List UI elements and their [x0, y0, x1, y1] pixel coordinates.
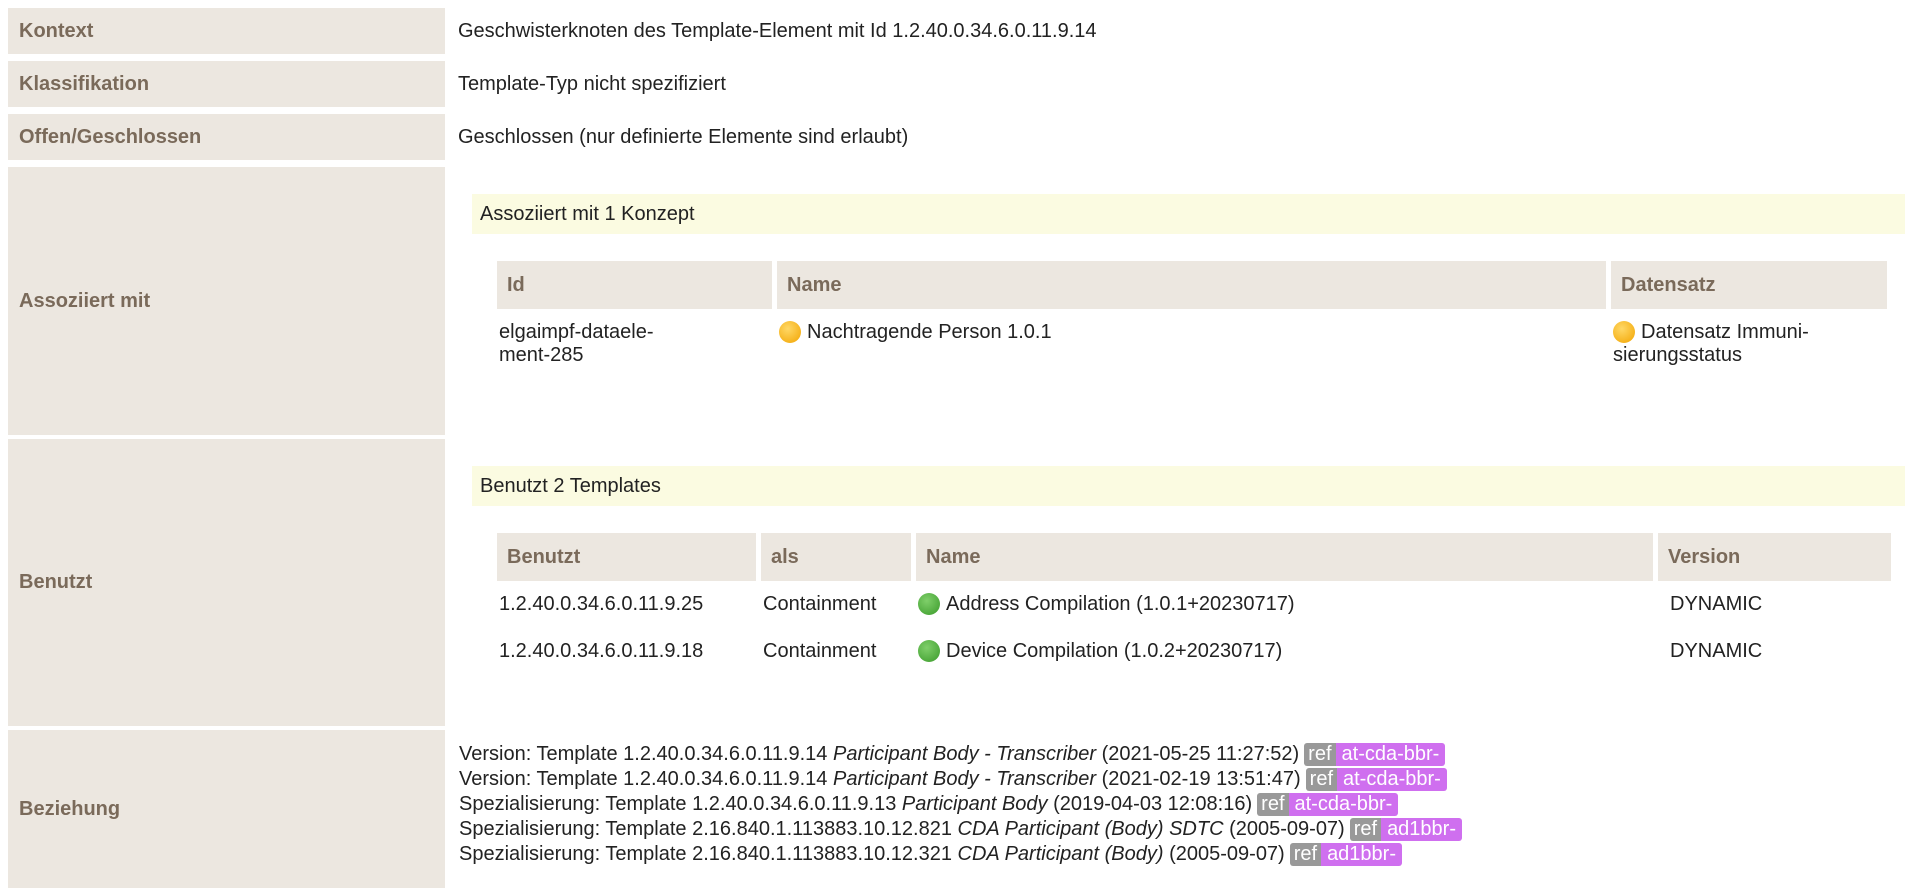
column-header-als: als [761, 533, 911, 581]
label-beziehung: Beziehung [8, 730, 445, 888]
relation-title[interactable]: Participant Body - Transcriber [833, 768, 1096, 790]
table-header-row: Benutzt als Name Version [497, 533, 1891, 581]
relation-title[interactable]: Participant Body [902, 793, 1048, 815]
list-item: Spezialisierung: Template 1.2.40.0.34.6.… [459, 792, 1462, 817]
concept-id-line1: elgaimpf-dataele- [499, 321, 654, 343]
ref-badge[interactable]: ref [1289, 843, 1322, 866]
row-benutzt: Benutzt Benutzt 2 Templates Benutzt als … [0, 439, 1905, 726]
label-benutzt: Benutzt [8, 439, 445, 726]
value-kontext: Geschwisterknoten des Template-Element m… [458, 19, 1097, 42]
repository-badge[interactable]: at-cda-bbr- [1335, 743, 1446, 766]
column-header-name: Name [916, 533, 1653, 581]
row-kontext: Kontext Geschwisterknoten des Template-E… [0, 8, 1905, 54]
ref-badge[interactable]: ref [1304, 743, 1336, 766]
yellow-circle-icon [1613, 321, 1635, 343]
row-beziehung: Beziehung Version: Template 1.2.40.0.34.… [0, 730, 1905, 888]
row-assoziiert-mit: Assoziiert mit Assoziiert mit 1 Konzept … [0, 167, 1905, 435]
list-item: Version: Template 1.2.40.0.34.6.0.11.9.1… [459, 742, 1462, 767]
repository-badge[interactable]: ad1bbr- [1321, 843, 1402, 866]
concept-name-cell: Nachtragende Person 1.0.1 [777, 309, 1606, 367]
column-header-version: Version [1658, 533, 1891, 581]
assoziiert-header: Assoziiert mit 1 Konzept [472, 194, 1905, 234]
template-id[interactable]: 1.2.40.0.34.6.0.11.9.25 [497, 581, 756, 616]
column-header-datensatz: Datensatz [1611, 261, 1887, 309]
label-klassifikation: Klassifikation [8, 61, 445, 107]
value-klassifikation: Template-Typ nicht spezifiziert [458, 72, 726, 95]
table-row: 1.2.40.0.34.6.0.11.9.18 Containment Devi… [497, 616, 1891, 663]
benutzt-table: Benutzt als Name Version 1.2.40.0.34.6.0… [492, 533, 1896, 663]
list-item: Spezialisierung: Template 2.16.840.1.113… [459, 842, 1462, 867]
column-header-benutzt: Benutzt [497, 533, 756, 581]
label-assoziiert-mit: Assoziiert mit [8, 167, 445, 435]
column-header-id: Id [497, 261, 772, 309]
concept-datensatz-cell: Datensatz Immuni- sierungsstatus [1611, 309, 1887, 367]
relation-prefix: Version: Template 1.2.40.0.34.6.0.11.9.1… [459, 768, 828, 790]
benutzt-header: Benutzt 2 Templates [472, 466, 1905, 506]
template-version: DYNAMIC [1670, 640, 1763, 662]
ref-badge[interactable]: ref [1305, 768, 1337, 791]
datensatz-line2[interactable]: sierungsstatus [1613, 344, 1885, 367]
relation-date: (2005‑09‑07) [1229, 818, 1345, 840]
relation-date: (2005‑09‑07) [1169, 843, 1285, 865]
label-offen-geschlossen: Offen/Geschlossen [8, 114, 445, 160]
template-name-cell: Device Compilation (1.0.2+20230717) [916, 616, 1653, 663]
column-header-name: Name [777, 261, 1606, 309]
template-name-cell: Address Compilation (1.0.1+20230717) [916, 581, 1653, 616]
relation-title[interactable]: CDA Participant (Body) [958, 843, 1164, 865]
concept-id-cell: elgaimpf-dataele- ment-285 [497, 309, 772, 367]
relation-prefix: Version: Template 1.2.40.0.34.6.0.11.9.1… [459, 743, 828, 765]
template-als: Containment [763, 640, 877, 662]
ref-badge[interactable]: ref [1349, 818, 1382, 841]
relation-date: (2021‑02‑19 13:51:47) [1101, 768, 1301, 790]
table-row: 1.2.40.0.34.6.0.11.9.25 Containment Addr… [497, 581, 1891, 616]
repository-badge[interactable]: ad1bbr- [1381, 818, 1462, 841]
label-kontext: Kontext [8, 8, 445, 54]
beziehung-list: Version: Template 1.2.40.0.34.6.0.11.9.1… [459, 742, 1462, 867]
repository-badge[interactable]: at-cda-bbr- [1337, 768, 1447, 791]
list-item: Spezialisierung: Template 2.16.840.1.113… [459, 817, 1462, 842]
ref-badge[interactable]: ref [1257, 793, 1289, 816]
relation-title[interactable]: Participant Body - Transcriber [833, 743, 1096, 765]
template-version: DYNAMIC [1670, 593, 1763, 615]
table-row: elgaimpf-dataele- ment-285 Nachtragende … [497, 309, 1887, 367]
concept-name[interactable]: Nachtragende Person 1.0.1 [807, 321, 1052, 343]
template-id[interactable]: 1.2.40.0.34.6.0.11.9.18 [497, 616, 756, 663]
yellow-circle-icon [779, 321, 801, 343]
relation-prefix: Spezialisierung: Template 1.2.40.0.34.6.… [459, 793, 897, 815]
row-offen-geschlossen: Offen/Geschlossen Geschlossen (nur defin… [0, 114, 1905, 160]
datensatz-line1[interactable]: Datensatz Immuni- [1641, 321, 1809, 343]
row-klassifikation: Klassifikation Template-Typ nicht spezif… [0, 61, 1905, 107]
relation-prefix: Spezialisierung: Template 2.16.840.1.113… [459, 843, 952, 865]
template-name[interactable]: Device Compilation (1.0.2+20230717) [946, 640, 1282, 662]
repository-badge[interactable]: at-cda-bbr- [1288, 793, 1399, 816]
template-als: Containment [763, 593, 877, 615]
table-header-row: Id Name Datensatz [497, 261, 1887, 309]
relation-prefix: Spezialisierung: Template 2.16.840.1.113… [459, 818, 952, 840]
concept-id-line2: ment-285 [499, 344, 584, 366]
template-name[interactable]: Address Compilation (1.0.1+20230717) [946, 593, 1295, 615]
value-offen-geschlossen: Geschlossen (nur definierte Elemente sin… [458, 125, 909, 148]
relation-date: (2019‑04‑03 12:08:16) [1053, 793, 1253, 815]
assoziiert-table: Id Name Datensatz elgaimpf-dataele- ment… [492, 261, 1892, 367]
green-circle-icon [918, 593, 940, 615]
list-item: Version: Template 1.2.40.0.34.6.0.11.9.1… [459, 767, 1462, 792]
relation-title[interactable]: CDA Participant (Body) SDTC [958, 818, 1224, 840]
relation-date: (2021‑05‑25 11:27:52) [1101, 743, 1300, 765]
green-circle-icon [918, 640, 940, 662]
